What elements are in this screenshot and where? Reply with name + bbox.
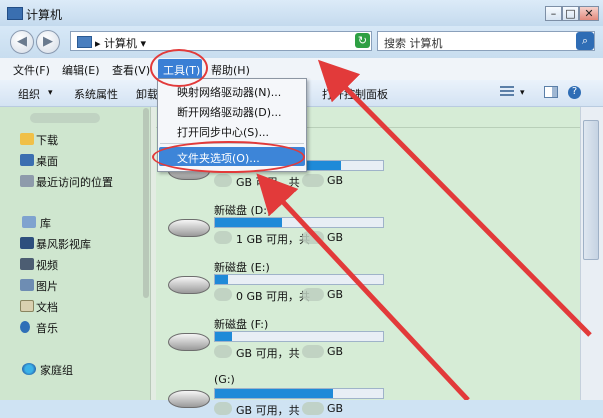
blurred-value (214, 402, 232, 415)
drive-total-unit: GB (327, 402, 344, 415)
annotation-arrow-to-folder-options (256, 173, 470, 400)
drive-free-space: GB 可用，共 (236, 404, 300, 417)
blurred-value (302, 402, 324, 415)
annotation-arrows (256, 59, 592, 400)
